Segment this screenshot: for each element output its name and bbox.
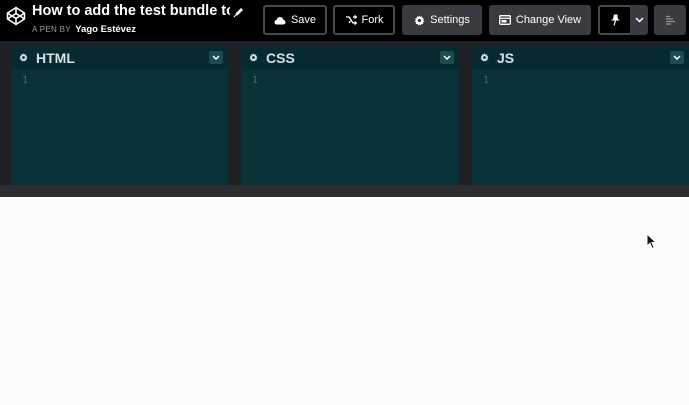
preview-pane[interactable] bbox=[0, 197, 689, 405]
chevron-down-icon bbox=[673, 55, 681, 60]
menu-lines-icon bbox=[665, 15, 675, 25]
byline-prefix: A PEN BY bbox=[32, 25, 71, 34]
settings-label: Settings bbox=[430, 14, 470, 26]
resize-handle[interactable] bbox=[0, 185, 689, 197]
gear-icon[interactable] bbox=[249, 53, 258, 62]
cloud-icon bbox=[274, 16, 286, 24]
js-editor[interactable]: JS 1 bbox=[472, 46, 689, 185]
gear-icon bbox=[414, 14, 425, 25]
chevron-down-icon bbox=[634, 17, 644, 23]
chevron-down-icon bbox=[212, 55, 220, 60]
change-view-button[interactable]: Change View bbox=[489, 5, 591, 35]
codepen-logo-icon[interactable] bbox=[6, 6, 26, 26]
html-editor-header: HTML bbox=[11, 46, 228, 69]
pin-menu-toggle[interactable] bbox=[630, 5, 648, 35]
editors-panel: HTML 1 CSS 1 JS 1 bbox=[0, 41, 689, 197]
pen-title[interactable]: How to add the test bundle to y... bbox=[32, 3, 230, 19]
editor-title: HTML bbox=[36, 50, 75, 66]
line-number: 1 bbox=[483, 75, 490, 86]
editor-title: JS bbox=[497, 50, 515, 66]
mouse-pointer-icon bbox=[646, 233, 658, 250]
html-editor[interactable]: HTML 1 bbox=[11, 46, 228, 185]
editor-menu-button[interactable] bbox=[209, 51, 223, 64]
pencil-icon[interactable] bbox=[233, 6, 245, 18]
header-bar: How to add the test bundle to y... A PEN… bbox=[0, 0, 689, 41]
pin-icon bbox=[610, 14, 620, 26]
fork-icon bbox=[345, 15, 357, 25]
gear-icon[interactable] bbox=[480, 53, 489, 62]
pin-button[interactable] bbox=[598, 5, 632, 35]
codepen-app: How to add the test bundle to y... A PEN… bbox=[0, 0, 689, 405]
save-label: Save bbox=[290, 14, 317, 26]
gear-icon[interactable] bbox=[19, 53, 28, 62]
byline: A PEN BY Yago Estévez bbox=[32, 24, 136, 35]
settings-button[interactable]: Settings bbox=[402, 5, 482, 35]
user-menu-button[interactable] bbox=[654, 5, 686, 35]
layout-icon bbox=[498, 15, 511, 25]
fork-button[interactable]: Fork bbox=[333, 5, 395, 35]
line-number: 1 bbox=[22, 75, 29, 86]
save-button[interactable]: Save bbox=[263, 5, 327, 35]
js-editor-header: JS bbox=[472, 46, 689, 69]
editor-title: CSS bbox=[266, 50, 295, 66]
change-view-label: Change View bbox=[515, 14, 582, 26]
css-editor[interactable]: CSS 1 bbox=[241, 46, 459, 185]
chevron-down-icon bbox=[443, 55, 451, 60]
line-number: 1 bbox=[252, 75, 259, 86]
editor-menu-button[interactable] bbox=[670, 51, 684, 64]
editor-menu-button[interactable] bbox=[440, 51, 454, 64]
css-editor-header: CSS bbox=[241, 46, 459, 69]
fork-label: Fork bbox=[361, 14, 384, 26]
author-link[interactable]: Yago Estévez bbox=[75, 24, 136, 35]
